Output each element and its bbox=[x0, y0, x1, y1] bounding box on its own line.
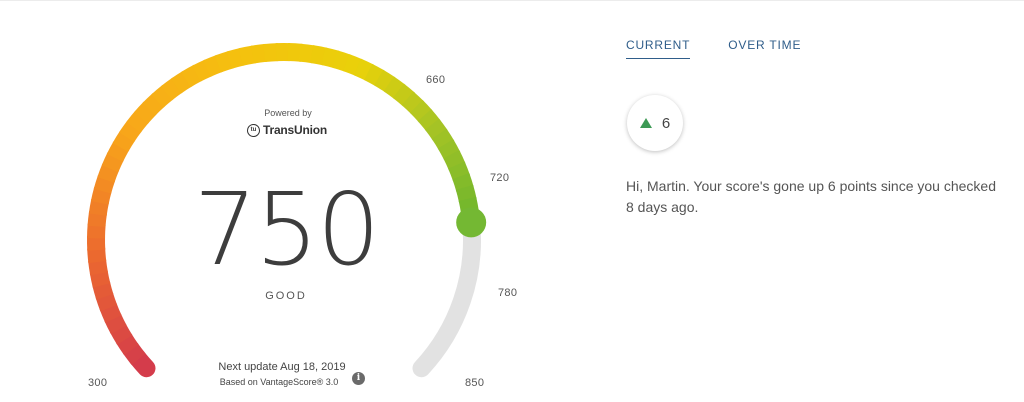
gauge-fill-segment bbox=[95, 292, 118, 312]
credit-score-value: 750 bbox=[193, 171, 381, 288]
gauge-fill-segment bbox=[87, 247, 107, 264]
tick-label-max: 850 bbox=[465, 377, 485, 389]
gauge-fill-segment bbox=[203, 54, 223, 77]
gauge-fill-segment bbox=[238, 45, 256, 66]
up-triangle-icon bbox=[639, 118, 652, 128]
gauge-fill-segment bbox=[109, 323, 133, 345]
gauge-fill-segment bbox=[99, 303, 122, 323]
gauge-fill-segment bbox=[226, 47, 245, 69]
gauge-fill-segment bbox=[287, 43, 303, 62]
gauge-fill-segment bbox=[353, 58, 375, 81]
gauge-fill-segment bbox=[134, 101, 157, 124]
tab-over-time[interactable]: OVER TIME bbox=[728, 38, 801, 59]
score-rating: GOOD bbox=[265, 290, 307, 302]
gauge-fill-segment bbox=[374, 69, 396, 93]
gauge-fill-segment bbox=[424, 118, 448, 141]
gauge-fill-segment bbox=[409, 100, 433, 123]
info-icon[interactable]: i bbox=[352, 372, 365, 385]
tab-current[interactable]: CURRENT bbox=[626, 38, 691, 59]
gauge-fill-segment bbox=[128, 348, 156, 378]
gauge-fill-segment bbox=[263, 43, 279, 63]
gauge-fill-segment bbox=[126, 110, 150, 133]
tick-label-min: 300 bbox=[88, 377, 108, 389]
gauge-fill-segment bbox=[181, 64, 203, 88]
powered-by-label: Powered by bbox=[264, 108, 312, 118]
next-update-text: Next update Aug 18, 2019 bbox=[218, 361, 346, 373]
gauge-fill-segment bbox=[88, 199, 109, 216]
gauge-fill-segment bbox=[87, 211, 107, 228]
transunion-logo: tu TransUnion bbox=[247, 122, 327, 138]
score-change-message: Hi, Martin. Your score's gone up 6 point… bbox=[626, 178, 996, 215]
gauge-fill-segment bbox=[383, 76, 406, 100]
gauge-fill-segment bbox=[321, 47, 340, 69]
gauge-fill-segment bbox=[112, 130, 136, 152]
gauge-fill-segment bbox=[97, 163, 120, 183]
gauge-fill-segment bbox=[106, 141, 130, 162]
gauge-fill-segment bbox=[92, 281, 114, 300]
gauge-fill-segment bbox=[88, 259, 108, 276]
tick-label-780: 780 bbox=[498, 287, 518, 299]
gauge-fill-segment bbox=[89, 270, 111, 288]
gauge-track bbox=[412, 213, 481, 378]
gauge-fill-segment bbox=[392, 83, 416, 107]
score-model-text: Based on VantageScore® 3.0 bbox=[219, 377, 339, 387]
score-change-value: 6 bbox=[661, 114, 671, 132]
gauge-fill-segment bbox=[364, 63, 385, 87]
gauge-fill-segment bbox=[104, 313, 127, 334]
gauge-fill-segment bbox=[417, 109, 441, 132]
gauge-fill-segment bbox=[119, 120, 142, 143]
score-indicator-knob bbox=[456, 207, 487, 238]
gauge-fill-segment bbox=[431, 128, 455, 151]
gauge-fill-segment bbox=[142, 92, 165, 116]
provider-name: TransUnion bbox=[263, 123, 328, 137]
gauge-fill-segment bbox=[448, 161, 470, 181]
gauge-fill-segment bbox=[443, 150, 466, 171]
gauge-fill-segment bbox=[170, 70, 193, 94]
score-change-badge: 6 bbox=[627, 95, 683, 151]
gauge-fill-segment bbox=[310, 45, 328, 66]
transunion-mark-icon: tu bbox=[247, 123, 260, 137]
gauge-fill-segment bbox=[250, 43, 268, 64]
gauge-fill-segment bbox=[116, 333, 139, 356]
score-view-tabs: CURRENT OVER TIME bbox=[626, 38, 801, 59]
gauge-fill-segment bbox=[437, 139, 461, 161]
gauge-fill-segment bbox=[452, 173, 474, 192]
gauge-fill-segment bbox=[455, 184, 477, 203]
gauge-fill-segment bbox=[214, 50, 234, 73]
tick-label-720: 720 bbox=[490, 172, 510, 184]
gauge-fill-segment bbox=[87, 223, 106, 239]
gauge-fill-segment bbox=[160, 77, 183, 101]
gauge-fill-segment bbox=[299, 43, 316, 64]
gauge-fill-segment bbox=[401, 91, 425, 115]
gauge-fill-segment bbox=[93, 175, 116, 194]
gauge-fill-segment bbox=[90, 186, 112, 205]
gauge-fill-segment bbox=[332, 50, 352, 72]
gauge-fill-segment bbox=[122, 342, 146, 365]
gauge-fill-segment bbox=[101, 152, 124, 173]
gauge-fill-segment bbox=[343, 54, 363, 76]
gauge-fill-segment bbox=[151, 84, 174, 108]
gauge-fill-segment bbox=[192, 59, 213, 82]
tick-label-660: 660 bbox=[426, 74, 446, 86]
